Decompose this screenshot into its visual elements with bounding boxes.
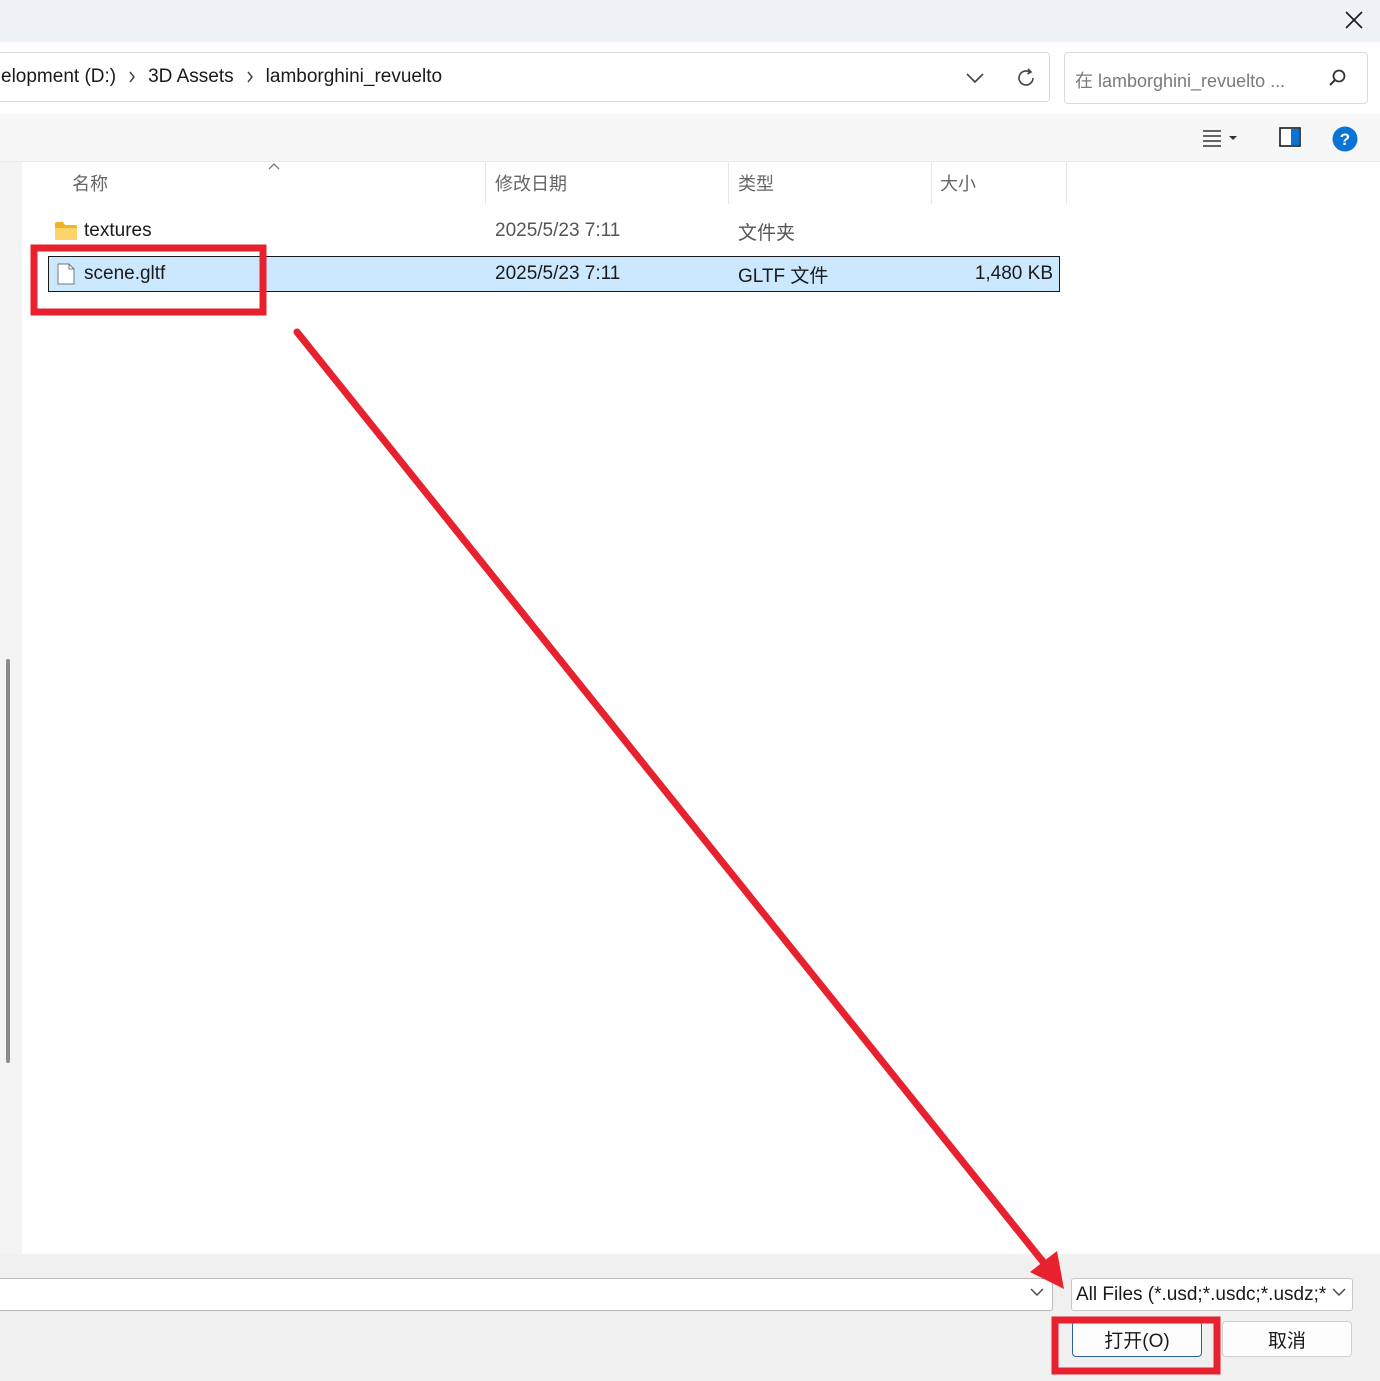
chevron-down-icon xyxy=(966,73,984,83)
file-row-textures[interactable]: textures 2025/5/23 7:11 文件夹 xyxy=(48,213,1060,249)
file-type: GLTF 文件 xyxy=(738,265,829,287)
navigation-pane-edge xyxy=(0,162,22,1254)
file-type-filter-value: All Files (*.usd;*.usdc;*.usdz;*. xyxy=(1076,1284,1326,1305)
search-box[interactable]: 在 lamborghini_revuelto ... xyxy=(1064,52,1368,104)
filename-input[interactable] xyxy=(0,1279,1025,1309)
filename-field[interactable] xyxy=(0,1278,1053,1311)
cancel-button[interactable]: 取消 xyxy=(1222,1321,1352,1357)
file-date: 2025/5/23 7:11 xyxy=(495,263,621,284)
folder-icon xyxy=(54,213,78,249)
search-icon[interactable] xyxy=(1327,68,1347,88)
chevron-down-icon[interactable] xyxy=(1030,1288,1044,1297)
open-button[interactable]: 打开(O) xyxy=(1072,1321,1202,1357)
column-divider[interactable] xyxy=(931,162,932,204)
navigation-scrollbar[interactable] xyxy=(6,659,10,1063)
close-button[interactable] xyxy=(1328,0,1380,40)
toolbar: ? xyxy=(0,114,1380,162)
file-size: 1,480 KB xyxy=(974,263,1053,284)
file-date: 2025/5/23 7:11 xyxy=(495,220,621,241)
column-divider[interactable] xyxy=(728,162,729,204)
breadcrumb: elopment (D:) 3D Assets lamborghini_revu… xyxy=(0,53,444,101)
breadcrumb-drive[interactable]: elopment (D:) xyxy=(0,66,118,88)
preview-pane-button[interactable] xyxy=(1279,127,1301,152)
column-header-size[interactable]: 大小 xyxy=(940,162,1064,204)
preview-pane-icon xyxy=(1279,127,1301,147)
breadcrumb-current-folder[interactable]: lamborghini_revuelto xyxy=(264,66,444,88)
search-input[interactable]: 在 lamborghini_revuelto ... xyxy=(1075,67,1285,93)
refresh-button[interactable] xyxy=(1011,63,1041,93)
title-bar xyxy=(0,0,1380,42)
file-row-scene-gltf[interactable]: scene.gltf 2025/5/23 7:11 GLTF 文件 1,480 … xyxy=(48,256,1060,292)
svg-text:?: ? xyxy=(1340,130,1350,149)
details-view-icon xyxy=(1203,130,1221,147)
chevron-right-icon[interactable] xyxy=(118,71,146,83)
file-name: scene.gltf xyxy=(84,263,166,284)
file-icon xyxy=(57,257,75,291)
caret-down-icon xyxy=(1229,136,1237,140)
breadcrumb-3d-assets[interactable]: 3D Assets xyxy=(146,66,236,88)
chevron-down-icon xyxy=(1332,1288,1346,1296)
file-name: textures xyxy=(84,220,152,241)
file-type: 文件夹 xyxy=(738,222,796,244)
column-header-type[interactable]: 类型 xyxy=(738,162,930,204)
address-history-dropdown[interactable] xyxy=(961,65,989,91)
column-divider[interactable] xyxy=(1066,162,1067,204)
bottom-bar: All Files (*.usd;*.usdc;*.usdz;*. 打开(O) … xyxy=(0,1254,1380,1381)
column-header-name[interactable]: 名称 xyxy=(72,162,484,204)
address-bar[interactable]: elopment (D:) 3D Assets lamborghini_revu… xyxy=(0,52,1050,102)
column-header-date[interactable]: 修改日期 xyxy=(495,162,727,204)
help-button[interactable]: ? xyxy=(1332,126,1358,157)
chevron-right-icon[interactable] xyxy=(236,71,264,83)
file-list: 名称 修改日期 类型 大小 textures 2025/5/23 7:11 文件… xyxy=(22,162,1380,1254)
close-icon xyxy=(1345,11,1363,29)
address-row: elopment (D:) 3D Assets lamborghini_revu… xyxy=(0,42,1380,114)
refresh-icon xyxy=(1018,68,1034,86)
file-type-filter[interactable]: All Files (*.usd;*.usdc;*.usdz;*. xyxy=(1071,1278,1353,1311)
change-view-button[interactable] xyxy=(1202,126,1252,150)
column-divider[interactable] xyxy=(485,162,486,204)
help-icon: ? xyxy=(1332,126,1358,152)
